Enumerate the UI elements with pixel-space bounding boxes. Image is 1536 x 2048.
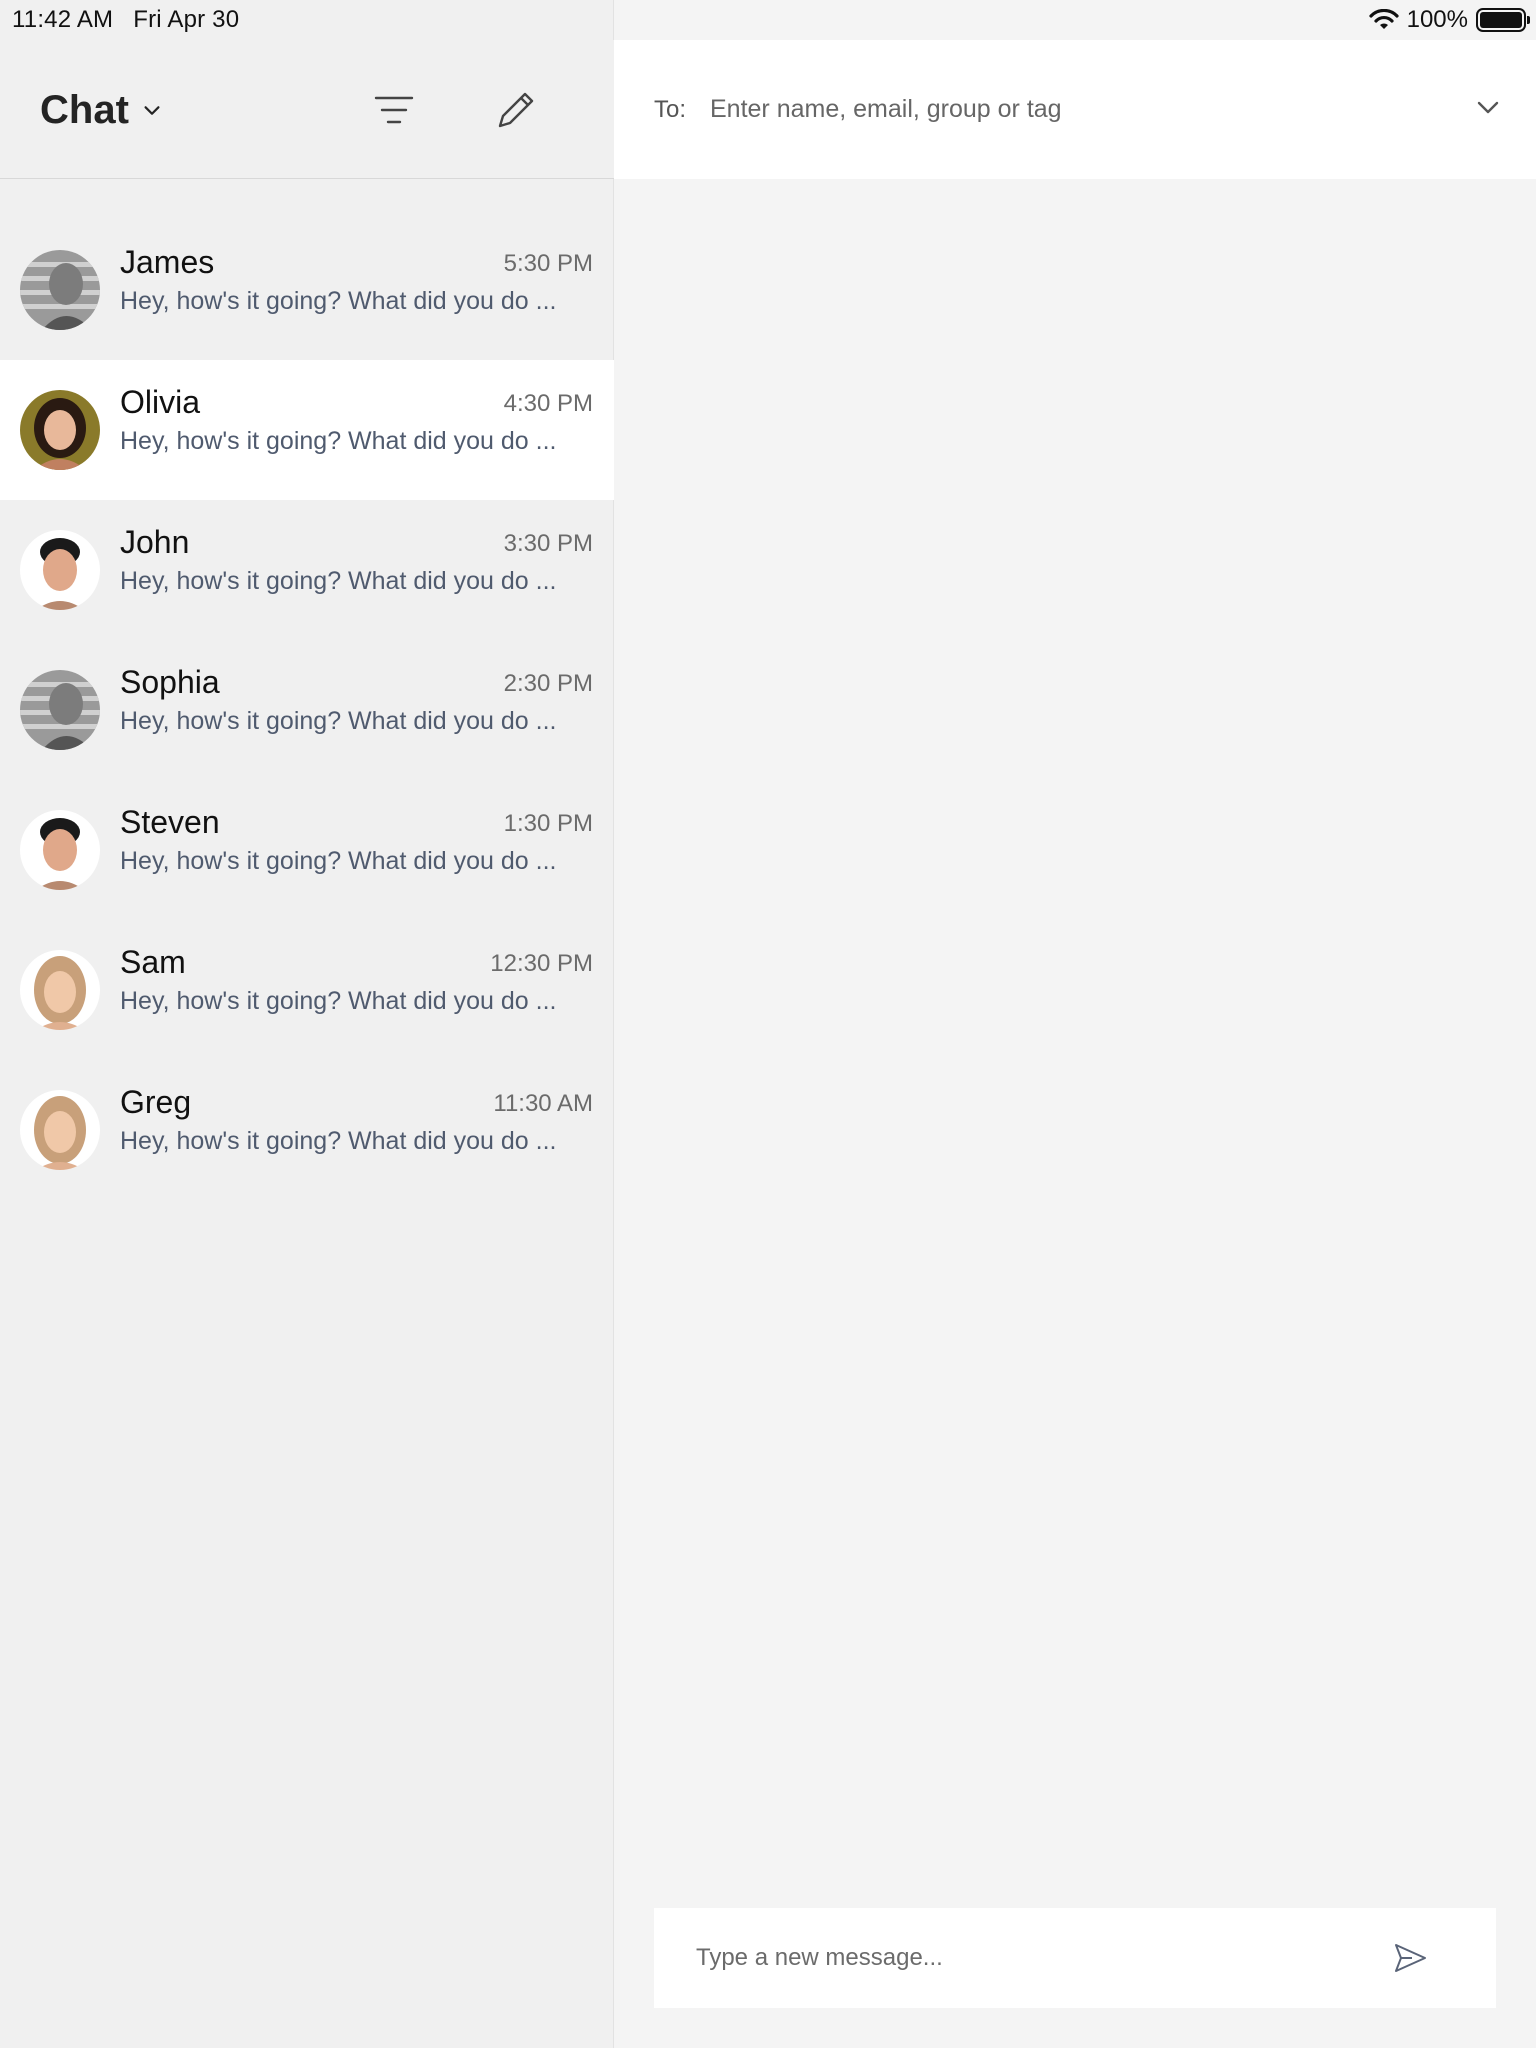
chat-preview: Hey, how's it going? What did you do ... <box>120 567 557 595</box>
chat-time: 1:30 PM <box>503 810 593 837</box>
message-input[interactable] <box>694 1933 1374 1983</box>
page-title: Chat <box>40 88 129 132</box>
chat-title-menu[interactable]: Chat <box>40 88 163 133</box>
status-time: 11:42 AM <box>12 6 114 33</box>
chat-list-header: Chat <box>0 40 614 179</box>
chat-name: Greg <box>120 1084 192 1120</box>
chat-list-item[interactable]: Sam 12:30 PM Hey, how's it going? What d… <box>0 920 614 1060</box>
filter-icon[interactable] <box>372 88 416 132</box>
chat-list-item[interactable]: Olivia 4:30 PM Hey, how's it going? What… <box>0 360 614 500</box>
status-bar: 11:42 AM Fri Apr 30 100% <box>0 0 1536 40</box>
chat-preview: Hey, how's it going? What did you do ... <box>120 1127 557 1155</box>
chevron-down-icon[interactable] <box>1470 90 1506 126</box>
send-icon[interactable] <box>1392 1940 1428 1976</box>
chat-list-item[interactable]: John 3:30 PM Hey, how's it going? What d… <box>0 500 614 640</box>
avatar <box>20 670 100 750</box>
avatar <box>20 1090 100 1170</box>
recipient-bar: To: <box>614 40 1536 179</box>
chat-time: 4:30 PM <box>503 390 593 417</box>
chat-name: James <box>120 244 215 280</box>
chat-name: Olivia <box>120 384 201 420</box>
chat-list-item[interactable]: Steven 1:30 PM Hey, how's it going? What… <box>0 780 614 920</box>
message-compose-bar <box>654 1908 1496 2008</box>
to-label: To: <box>654 96 687 123</box>
chat-time: 12:30 PM <box>490 950 593 977</box>
chat-time: 5:30 PM <box>503 250 593 277</box>
chat-list-item[interactable]: Sophia 2:30 PM Hey, how's it going? What… <box>0 640 614 780</box>
avatar <box>20 950 100 1030</box>
chat-preview: Hey, how's it going? What did you do ... <box>120 847 557 875</box>
chat-time: 11:30 AM <box>493 1090 593 1117</box>
compose-icon[interactable] <box>494 88 538 132</box>
wifi-icon <box>1369 9 1399 29</box>
avatar <box>20 390 100 470</box>
chat-preview: Hey, how's it going? What did you do ... <box>120 287 557 315</box>
conversation-pane: To: <box>614 40 1536 2048</box>
chat-time: 2:30 PM <box>503 670 593 697</box>
status-date: Fri Apr 30 <box>133 6 240 33</box>
chat-name: John <box>120 524 190 560</box>
chat-time: 3:30 PM <box>503 530 593 557</box>
avatar <box>20 530 100 610</box>
battery-percent: 100% <box>1406 6 1468 33</box>
recipient-input[interactable] <box>708 84 1408 134</box>
chat-list-item[interactable]: Greg 11:30 AM Hey, how's it going? What … <box>0 1060 614 1200</box>
avatar <box>20 810 100 890</box>
chevron-down-icon <box>144 105 160 115</box>
chat-preview: Hey, how's it going? What did you do ... <box>120 427 557 455</box>
chat-preview: Hey, how's it going? What did you do ... <box>120 987 557 1015</box>
chat-list-item[interactable]: James 5:30 PM Hey, how's it going? What … <box>0 220 614 360</box>
avatar <box>20 250 100 330</box>
chat-name: Sophia <box>120 664 220 700</box>
chat-list: James 5:30 PM Hey, how's it going? What … <box>0 220 614 1200</box>
chat-name: Sam <box>120 944 186 980</box>
chat-name: Steven <box>120 804 220 840</box>
chat-preview: Hey, how's it going? What did you do ... <box>120 707 557 735</box>
battery-icon <box>1476 8 1530 32</box>
